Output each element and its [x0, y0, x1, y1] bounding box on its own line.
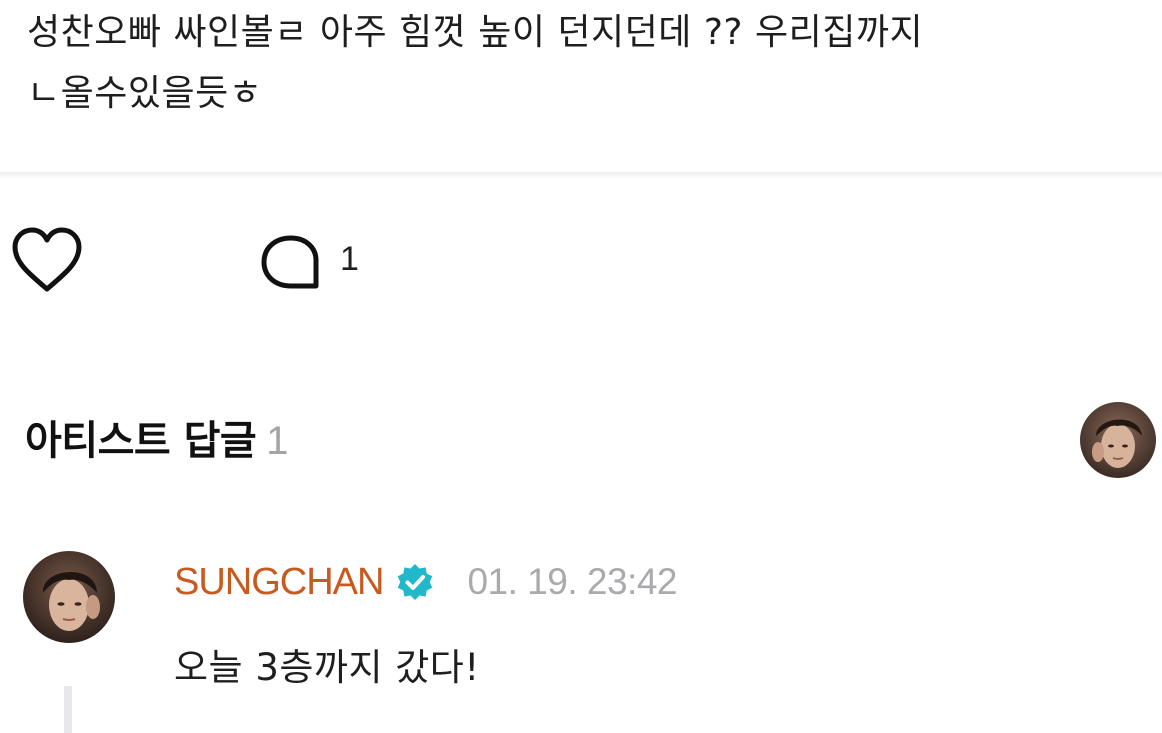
reply-timestamp: 01. 19. 23:42	[467, 561, 677, 602]
artist-replies-header: 아티스트 답글 1	[25, 408, 288, 468]
like-button[interactable]	[10, 226, 84, 294]
reply-avatar[interactable]	[23, 551, 115, 643]
reply-avatar-image	[23, 551, 115, 643]
artist-avatar[interactable]	[1080, 402, 1156, 478]
artist-reply: SUNGCHAN 01. 19. 23:42 오늘 3층까지 갔다!	[0, 545, 1162, 733]
comment-bubble-icon	[261, 235, 319, 289]
post-line-2: ㄴ올수있을듯ㅎ	[27, 73, 263, 114]
comment-button[interactable]	[256, 232, 326, 292]
reply-meta: SUNGCHAN 01. 19. 23:42	[174, 557, 677, 607]
post-body: 성찬오빠 싸인볼ㄹ 아주 힘껏 높이 던지던데 ?? 우리집까지 ㄴ올수있을듯ㅎ	[27, 2, 1147, 124]
comment-count: 1	[340, 240, 359, 278]
post-actions: 1	[0, 220, 600, 300]
artist-replies-title: 아티스트 답글	[25, 418, 257, 464]
post-line-1: 성찬오빠 싸인볼ㄹ 아주 힘껏 높이 던지던데 ?? 우리집까지	[27, 12, 924, 53]
thread-connector-line	[64, 686, 72, 733]
verified-badge-icon	[398, 564, 433, 600]
artist-replies-count: 1	[266, 419, 289, 463]
reply-text: 오늘 3층까지 갔다!	[174, 646, 480, 689]
post-detail-screen: 성찬오빠 싸인볼ㄹ 아주 힘껏 높이 던지던데 ?? 우리집까지 ㄴ올수있을듯ㅎ…	[0, 0, 1162, 733]
heart-outline-icon	[12, 227, 82, 292]
artist-avatar-image	[1080, 402, 1156, 478]
reply-author-name[interactable]: SUNGCHAN	[174, 561, 384, 604]
